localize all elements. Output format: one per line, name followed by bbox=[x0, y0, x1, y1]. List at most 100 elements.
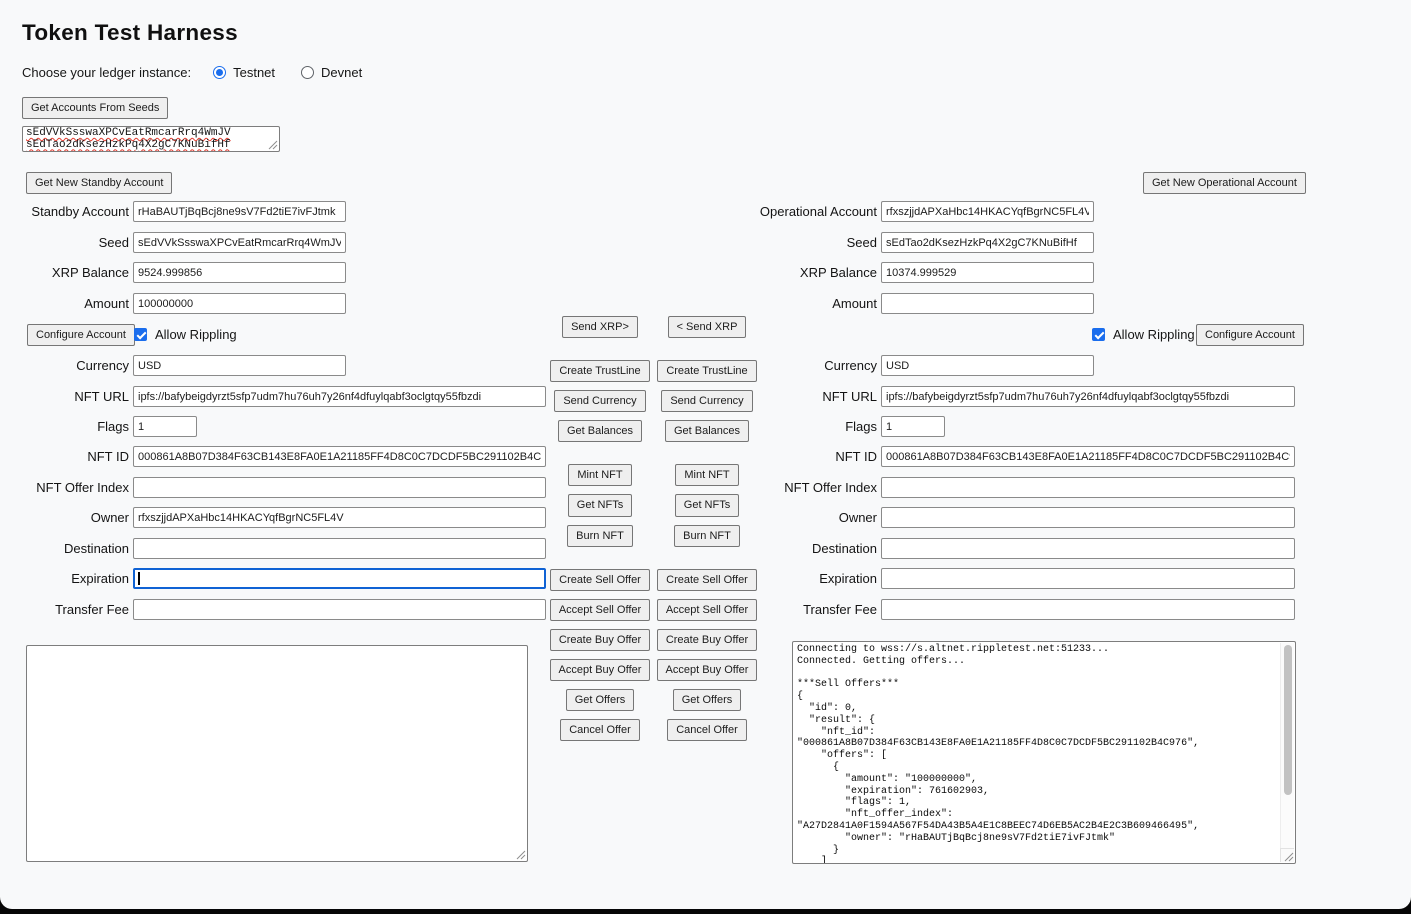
standby-flags-label: Flags bbox=[0, 419, 133, 434]
standby-configure-account-button[interactable]: Configure Account bbox=[27, 324, 135, 346]
get-accounts-from-seeds-button[interactable]: Get Accounts From Seeds bbox=[22, 97, 168, 119]
devnet-radio[interactable] bbox=[301, 66, 314, 79]
operational-nft-id-input[interactable] bbox=[881, 446, 1295, 467]
operational-xrp-balance-input[interactable] bbox=[881, 262, 1094, 283]
standby-destination-input[interactable] bbox=[133, 538, 546, 559]
operational-get-offers-button[interactable]: Get Offers bbox=[673, 689, 742, 711]
standby-create-trustline-button[interactable]: Create TrustLine bbox=[550, 360, 649, 382]
operational-flags-input[interactable] bbox=[881, 416, 945, 437]
standby-owner-row: Owner bbox=[0, 507, 546, 528]
scrollbar-thumb[interactable] bbox=[1284, 645, 1292, 795]
scrollbar-track[interactable] bbox=[1280, 643, 1294, 848]
standby-get-offers-button[interactable]: Get Offers bbox=[566, 689, 635, 711]
standby-amount-row: Amount bbox=[0, 293, 346, 314]
standby-currency-input[interactable] bbox=[133, 355, 346, 376]
get-new-operational-account-button[interactable]: Get New Operational Account bbox=[1143, 172, 1306, 194]
operational-seed-input[interactable] bbox=[881, 232, 1094, 253]
testnet-radio-label: Testnet bbox=[233, 65, 275, 80]
operational-currency-row: Currency bbox=[660, 355, 1094, 376]
standby-nft-id-label: NFT ID bbox=[0, 449, 133, 464]
standby-mint-nft-button[interactable]: Mint NFT bbox=[568, 464, 631, 486]
standby-flags-input[interactable] bbox=[133, 416, 197, 437]
standby-destination-label: Destination bbox=[0, 541, 133, 556]
standby-account-label: Standby Account bbox=[0, 204, 133, 219]
standby-send-currency-button[interactable]: Send Currency bbox=[554, 390, 645, 412]
standby-create-sell-offer-button[interactable]: Create Sell Offer bbox=[550, 569, 650, 591]
operational-transfer-fee-input[interactable] bbox=[881, 599, 1295, 620]
testnet-radio-group[interactable]: Testnet bbox=[213, 65, 275, 80]
operational-nft-offer-index-row: NFT Offer Index bbox=[660, 477, 1295, 498]
standby-get-balances-button[interactable]: Get Balances bbox=[558, 420, 642, 442]
operational-amount-row: Amount bbox=[660, 293, 1094, 314]
operational-owner-label: Owner bbox=[660, 510, 881, 525]
standby-xrp-balance-input[interactable] bbox=[133, 262, 346, 283]
standby-seed-input[interactable] bbox=[133, 232, 346, 253]
standby-amount-label: Amount bbox=[0, 296, 133, 311]
standby-currency-row: Currency bbox=[0, 355, 346, 376]
operational-nft-offer-index-label: NFT Offer Index bbox=[660, 480, 881, 495]
standby-cancel-offer-button[interactable]: Cancel Offer bbox=[560, 719, 640, 741]
operational-destination-row: Destination bbox=[660, 538, 1295, 559]
standby-transfer-fee-row: Transfer Fee bbox=[0, 599, 546, 620]
standby-allow-rippling-checkbox[interactable] bbox=[134, 328, 147, 341]
operational-results-text: Connecting to wss://s.altnet.rippletest.… bbox=[793, 642, 1295, 864]
standby-amount-input[interactable] bbox=[133, 293, 346, 314]
standby-get-nfts-button[interactable]: Get NFTs bbox=[568, 494, 632, 516]
operational-expiration-input[interactable] bbox=[881, 568, 1295, 589]
operational-nft-url-label: NFT URL bbox=[660, 389, 881, 404]
operational-transfer-fee-row: Transfer Fee bbox=[660, 599, 1295, 620]
operational-actions-column: < Send XRP Create TrustLine Send Currenc… bbox=[647, 316, 767, 741]
operational-account-input[interactable] bbox=[881, 201, 1094, 222]
page: Token Test Harness Choose your ledger in… bbox=[0, 0, 1411, 909]
operational-flags-label: Flags bbox=[660, 419, 881, 434]
standby-nft-id-input[interactable] bbox=[133, 446, 546, 467]
operational-nft-offer-index-input[interactable] bbox=[881, 477, 1295, 498]
standby-owner-input[interactable] bbox=[133, 507, 546, 528]
standby-nft-offer-index-input[interactable] bbox=[133, 477, 546, 498]
operational-amount-input[interactable] bbox=[881, 293, 1094, 314]
operational-destination-label: Destination bbox=[660, 541, 881, 556]
operational-allow-rippling-label: Allow Rippling bbox=[1113, 327, 1195, 342]
operational-configure-account-button[interactable]: Configure Account bbox=[1196, 324, 1304, 346]
standby-destination-row: Destination bbox=[0, 538, 546, 559]
standby-accept-sell-offer-button[interactable]: Accept Sell Offer bbox=[550, 599, 650, 621]
standby-account-input[interactable] bbox=[133, 201, 346, 222]
operational-accept-buy-offer-button[interactable]: Accept Buy Offer bbox=[657, 659, 758, 681]
operational-allow-rippling-checkbox[interactable] bbox=[1092, 328, 1105, 341]
testnet-radio[interactable] bbox=[213, 66, 226, 79]
standby-create-buy-offer-button[interactable]: Create Buy Offer bbox=[550, 629, 650, 651]
operational-owner-row: Owner bbox=[660, 507, 1295, 528]
operational-currency-label: Currency bbox=[660, 358, 881, 373]
seeds-textarea[interactable]: sEdVVkSsswaXPCvEatRmcarRrq4WmJV sEdTao2d… bbox=[22, 126, 280, 152]
operational-nft-id-row: NFT ID bbox=[660, 446, 1295, 467]
standby-expiration-input[interactable] bbox=[133, 568, 546, 589]
operational-owner-input[interactable] bbox=[881, 507, 1295, 528]
standby-currency-label: Currency bbox=[0, 358, 133, 373]
standby-nft-url-label: NFT URL bbox=[0, 389, 133, 404]
operational-seed-label: Seed bbox=[660, 235, 881, 250]
devnet-radio-group[interactable]: Devnet bbox=[301, 65, 362, 80]
operational-cancel-offer-button[interactable]: Cancel Offer bbox=[667, 719, 747, 741]
operational-expiration-row: Expiration bbox=[660, 568, 1295, 589]
standby-results-textarea[interactable] bbox=[26, 645, 528, 862]
resize-grip-icon[interactable] bbox=[1284, 852, 1294, 862]
operational-send-xrp-button[interactable]: < Send XRP bbox=[668, 316, 747, 338]
standby-send-xrp-button[interactable]: Send XRP> bbox=[562, 316, 638, 338]
operational-nft-url-input[interactable] bbox=[881, 386, 1295, 407]
standby-burn-nft-button[interactable]: Burn NFT bbox=[567, 525, 633, 547]
operational-currency-input[interactable] bbox=[881, 355, 1094, 376]
operational-nft-id-label: NFT ID bbox=[660, 449, 881, 464]
operational-seed-row: Seed bbox=[660, 232, 1094, 253]
standby-allow-rippling-row: Allow Rippling bbox=[134, 324, 245, 345]
standby-transfer-fee-input[interactable] bbox=[133, 599, 546, 620]
resize-grip-icon[interactable] bbox=[516, 850, 526, 860]
standby-account-row: Standby Account bbox=[0, 201, 346, 222]
operational-destination-input[interactable] bbox=[881, 538, 1295, 559]
operational-create-buy-offer-button[interactable]: Create Buy Offer bbox=[657, 629, 757, 651]
get-new-standby-account-button[interactable]: Get New Standby Account bbox=[26, 172, 172, 194]
operational-results-textarea[interactable]: Connecting to wss://s.altnet.rippletest.… bbox=[792, 641, 1296, 864]
ledger-instance-row: Choose your ledger instance: Testnet Dev… bbox=[22, 64, 388, 80]
resize-grip-icon[interactable] bbox=[268, 140, 278, 150]
standby-accept-buy-offer-button[interactable]: Accept Buy Offer bbox=[550, 659, 651, 681]
standby-nft-url-input[interactable] bbox=[133, 386, 546, 407]
